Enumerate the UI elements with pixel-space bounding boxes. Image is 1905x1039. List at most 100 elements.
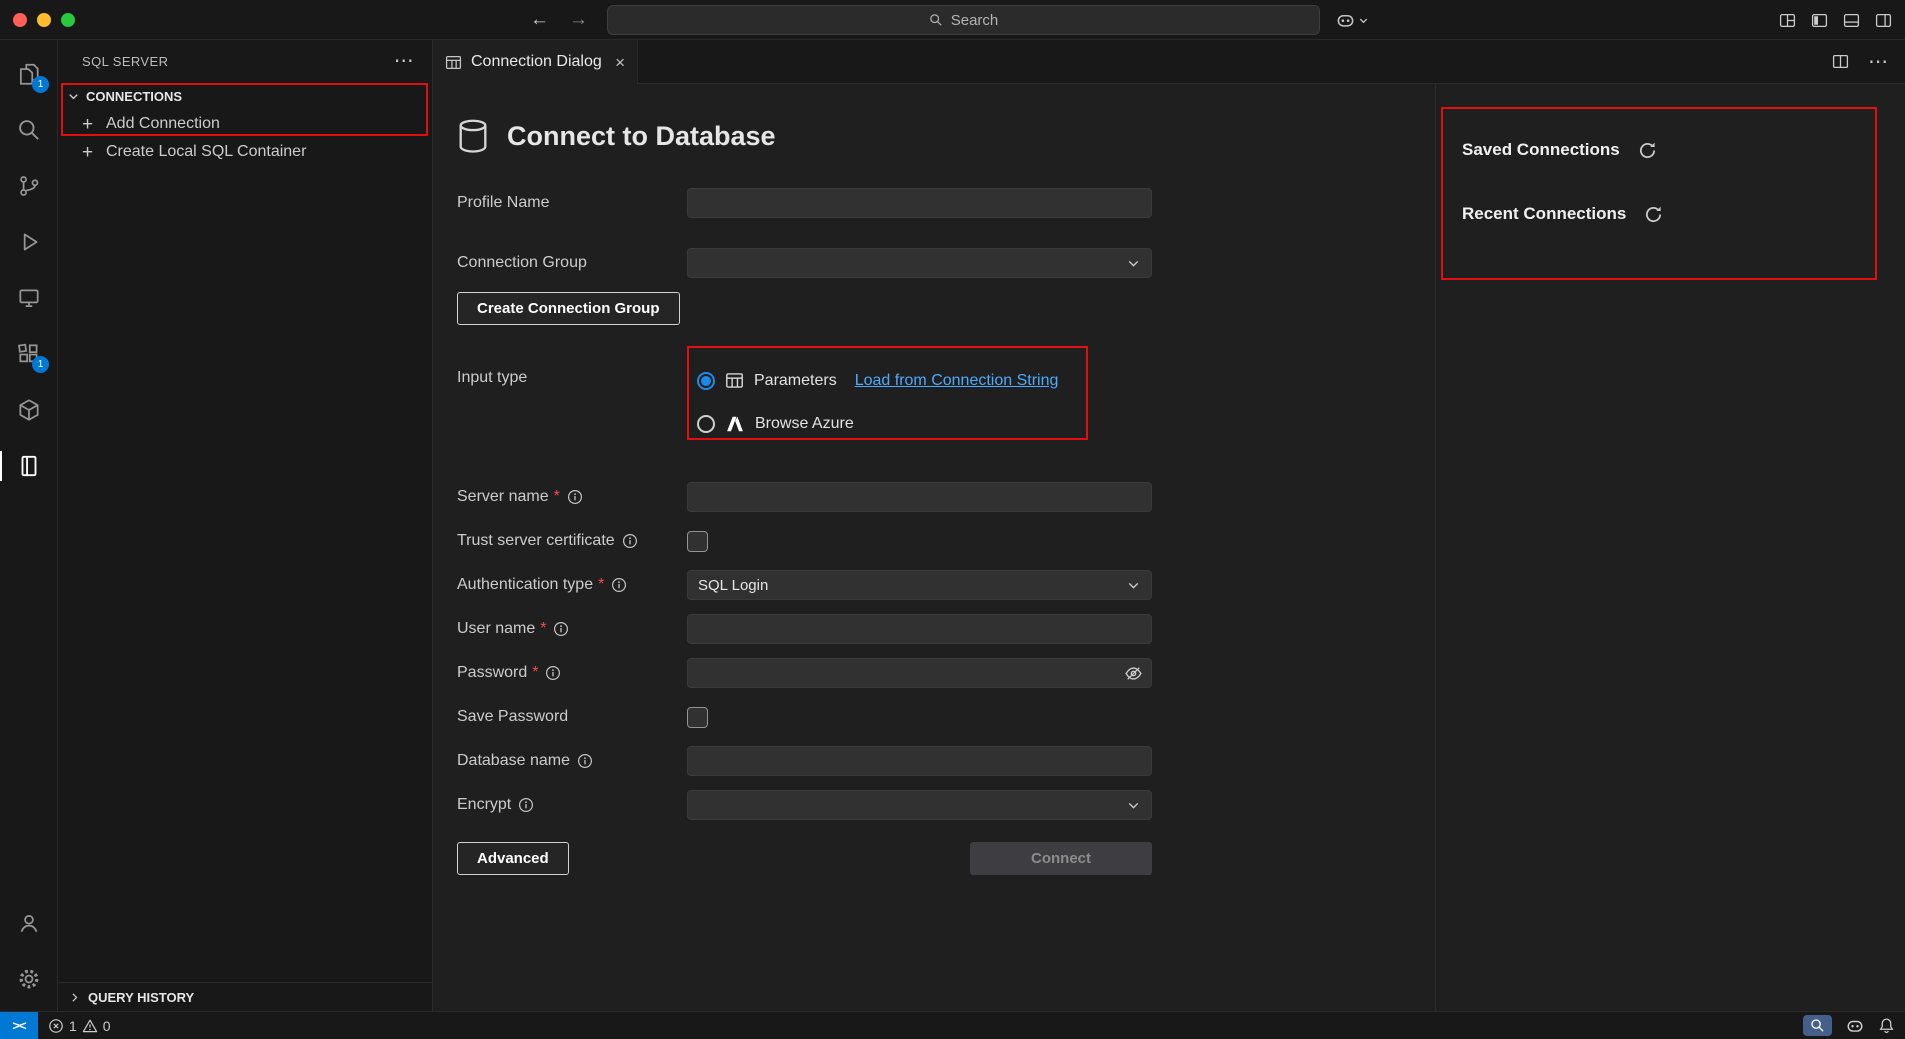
load-from-connection-string-link[interactable]: Load from Connection String xyxy=(855,372,1059,390)
create-local-sql-container-item[interactable]: + Create Local SQL Container xyxy=(58,138,432,166)
info-icon[interactable] xyxy=(545,665,561,681)
zoom-window-button[interactable] xyxy=(61,13,75,27)
save-password-label: Save Password xyxy=(457,708,568,726)
profile-name-label: Profile Name xyxy=(457,194,549,212)
database-icon xyxy=(457,118,489,155)
info-icon[interactable] xyxy=(518,797,534,813)
form-row-server-name: Server name * xyxy=(457,482,1435,512)
activity-bar: 1 xyxy=(0,40,58,1011)
form-row-connection-group: Connection Group xyxy=(457,248,1435,278)
connection-group-select[interactable] xyxy=(687,248,1152,278)
required-marker: * xyxy=(540,620,546,638)
toggle-primary-sidebar-icon[interactable] xyxy=(1811,12,1828,29)
remote-indicator[interactable]: >< xyxy=(0,1012,38,1039)
toggle-panel-icon[interactable] xyxy=(1843,12,1860,29)
activity-item-extensions[interactable]: 1 xyxy=(0,326,57,382)
eye-off-icon[interactable] xyxy=(1124,664,1143,683)
database-name-input[interactable] xyxy=(687,746,1152,776)
status-bar: >< 1 0 xyxy=(0,1011,1905,1039)
problems-status-item[interactable]: 1 0 xyxy=(48,1018,111,1034)
info-icon[interactable] xyxy=(611,577,627,593)
form-buttons-row: Advanced Connect xyxy=(457,842,1152,875)
activity-item-search[interactable] xyxy=(0,102,57,158)
tab-close-icon[interactable]: × xyxy=(615,54,625,71)
connect-button[interactable]: Connect xyxy=(970,842,1152,875)
command-center-search[interactable]: Search xyxy=(607,5,1320,35)
authentication-type-select[interactable]: SQL Login xyxy=(687,570,1152,600)
account-icon xyxy=(16,910,42,936)
refresh-icon[interactable] xyxy=(1644,205,1663,224)
connections-section-header[interactable]: CONNECTIONS xyxy=(58,82,432,110)
server-name-input[interactable] xyxy=(687,482,1152,512)
sql-server-icon xyxy=(16,453,42,479)
search-icon xyxy=(929,13,943,27)
parameters-radio[interactable] xyxy=(697,372,715,390)
chevron-down-icon xyxy=(1126,798,1141,813)
activity-item-run-debug[interactable] xyxy=(0,214,57,270)
bell-icon[interactable] xyxy=(1878,1017,1895,1034)
form-row-password: Password * xyxy=(457,658,1435,688)
zoom-status-item[interactable] xyxy=(1803,1015,1832,1036)
info-icon[interactable] xyxy=(567,489,583,505)
connection-group-label: Connection Group xyxy=(457,254,587,272)
form-row-trust-certificate: Trust server certificate xyxy=(457,526,1435,556)
activity-item-explorer[interactable]: 1 xyxy=(0,46,57,102)
navigate-back-icon[interactable]: ← xyxy=(530,9,549,31)
required-marker: * xyxy=(554,488,560,506)
refresh-icon[interactable] xyxy=(1638,141,1657,160)
activity-item-accounts[interactable] xyxy=(0,895,57,951)
advanced-button[interactable]: Advanced xyxy=(457,842,569,875)
copilot-icon[interactable] xyxy=(1846,1017,1864,1035)
browse-azure-radio[interactable] xyxy=(697,415,715,433)
split-editor-icon[interactable] xyxy=(1832,53,1849,70)
trust-certificate-checkbox[interactable] xyxy=(687,531,708,552)
editor-tab-bar: Connection Dialog × ⋯ xyxy=(433,40,1905,84)
form-row-profile-name: Profile Name xyxy=(457,188,1435,218)
close-window-button[interactable] xyxy=(13,13,27,27)
add-icon: + xyxy=(80,143,95,162)
add-icon: + xyxy=(80,115,95,134)
error-icon xyxy=(48,1018,64,1034)
minimize-window-button[interactable] xyxy=(37,13,51,27)
navigate-forward-icon[interactable]: → xyxy=(569,9,588,31)
authentication-type-label: Authentication type xyxy=(457,576,593,594)
warning-count: 0 xyxy=(103,1018,111,1034)
add-connection-item[interactable]: + Add Connection xyxy=(58,110,432,138)
form-row-database-name: Database name xyxy=(457,746,1435,776)
tab-connection-dialog[interactable]: Connection Dialog × xyxy=(433,40,638,84)
info-icon[interactable] xyxy=(577,753,593,769)
chevron-down-icon[interactable] xyxy=(1358,15,1369,26)
parameters-icon xyxy=(725,371,744,390)
container-cube-icon xyxy=(16,397,42,423)
activity-item-sql-server[interactable] xyxy=(0,438,57,494)
profile-name-input[interactable] xyxy=(687,188,1152,218)
window-controls xyxy=(13,13,75,27)
title-bar: ← → Search xyxy=(0,0,1905,40)
search-icon xyxy=(16,117,42,143)
customize-layout-icon[interactable] xyxy=(1779,12,1796,29)
user-name-input[interactable] xyxy=(687,614,1152,644)
activity-item-source-control[interactable] xyxy=(0,158,57,214)
user-name-label: User name xyxy=(457,620,535,638)
editor-more-actions-icon[interactable]: ⋯ xyxy=(1868,52,1888,72)
sidebar-more-actions-icon[interactable]: ⋯ xyxy=(394,51,414,71)
vscode-window: ← → Search xyxy=(0,0,1905,1039)
remote-icon: >< xyxy=(12,1018,25,1033)
chevron-right-icon xyxy=(68,991,81,1004)
sidebar-sql-server: SQL SERVER ⋯ CONNECTIONS + Add Connectio… xyxy=(58,40,433,1011)
run-debug-icon xyxy=(16,229,42,255)
toggle-secondary-sidebar-icon[interactable] xyxy=(1875,12,1892,29)
query-history-section-header[interactable]: QUERY HISTORY xyxy=(58,982,432,1011)
encrypt-select[interactable] xyxy=(687,790,1152,820)
create-connection-group-button[interactable]: Create Connection Group xyxy=(457,292,680,325)
copilot-icon[interactable] xyxy=(1336,11,1355,30)
info-icon[interactable] xyxy=(622,533,638,549)
recent-connections-label: Recent Connections xyxy=(1462,204,1626,224)
activity-item-containers[interactable] xyxy=(0,382,57,438)
info-icon[interactable] xyxy=(553,621,569,637)
error-count: 1 xyxy=(69,1018,77,1034)
save-password-checkbox[interactable] xyxy=(687,707,708,728)
password-input[interactable] xyxy=(687,658,1152,688)
activity-item-settings[interactable] xyxy=(0,951,57,1007)
activity-item-remote-explorer[interactable] xyxy=(0,270,57,326)
